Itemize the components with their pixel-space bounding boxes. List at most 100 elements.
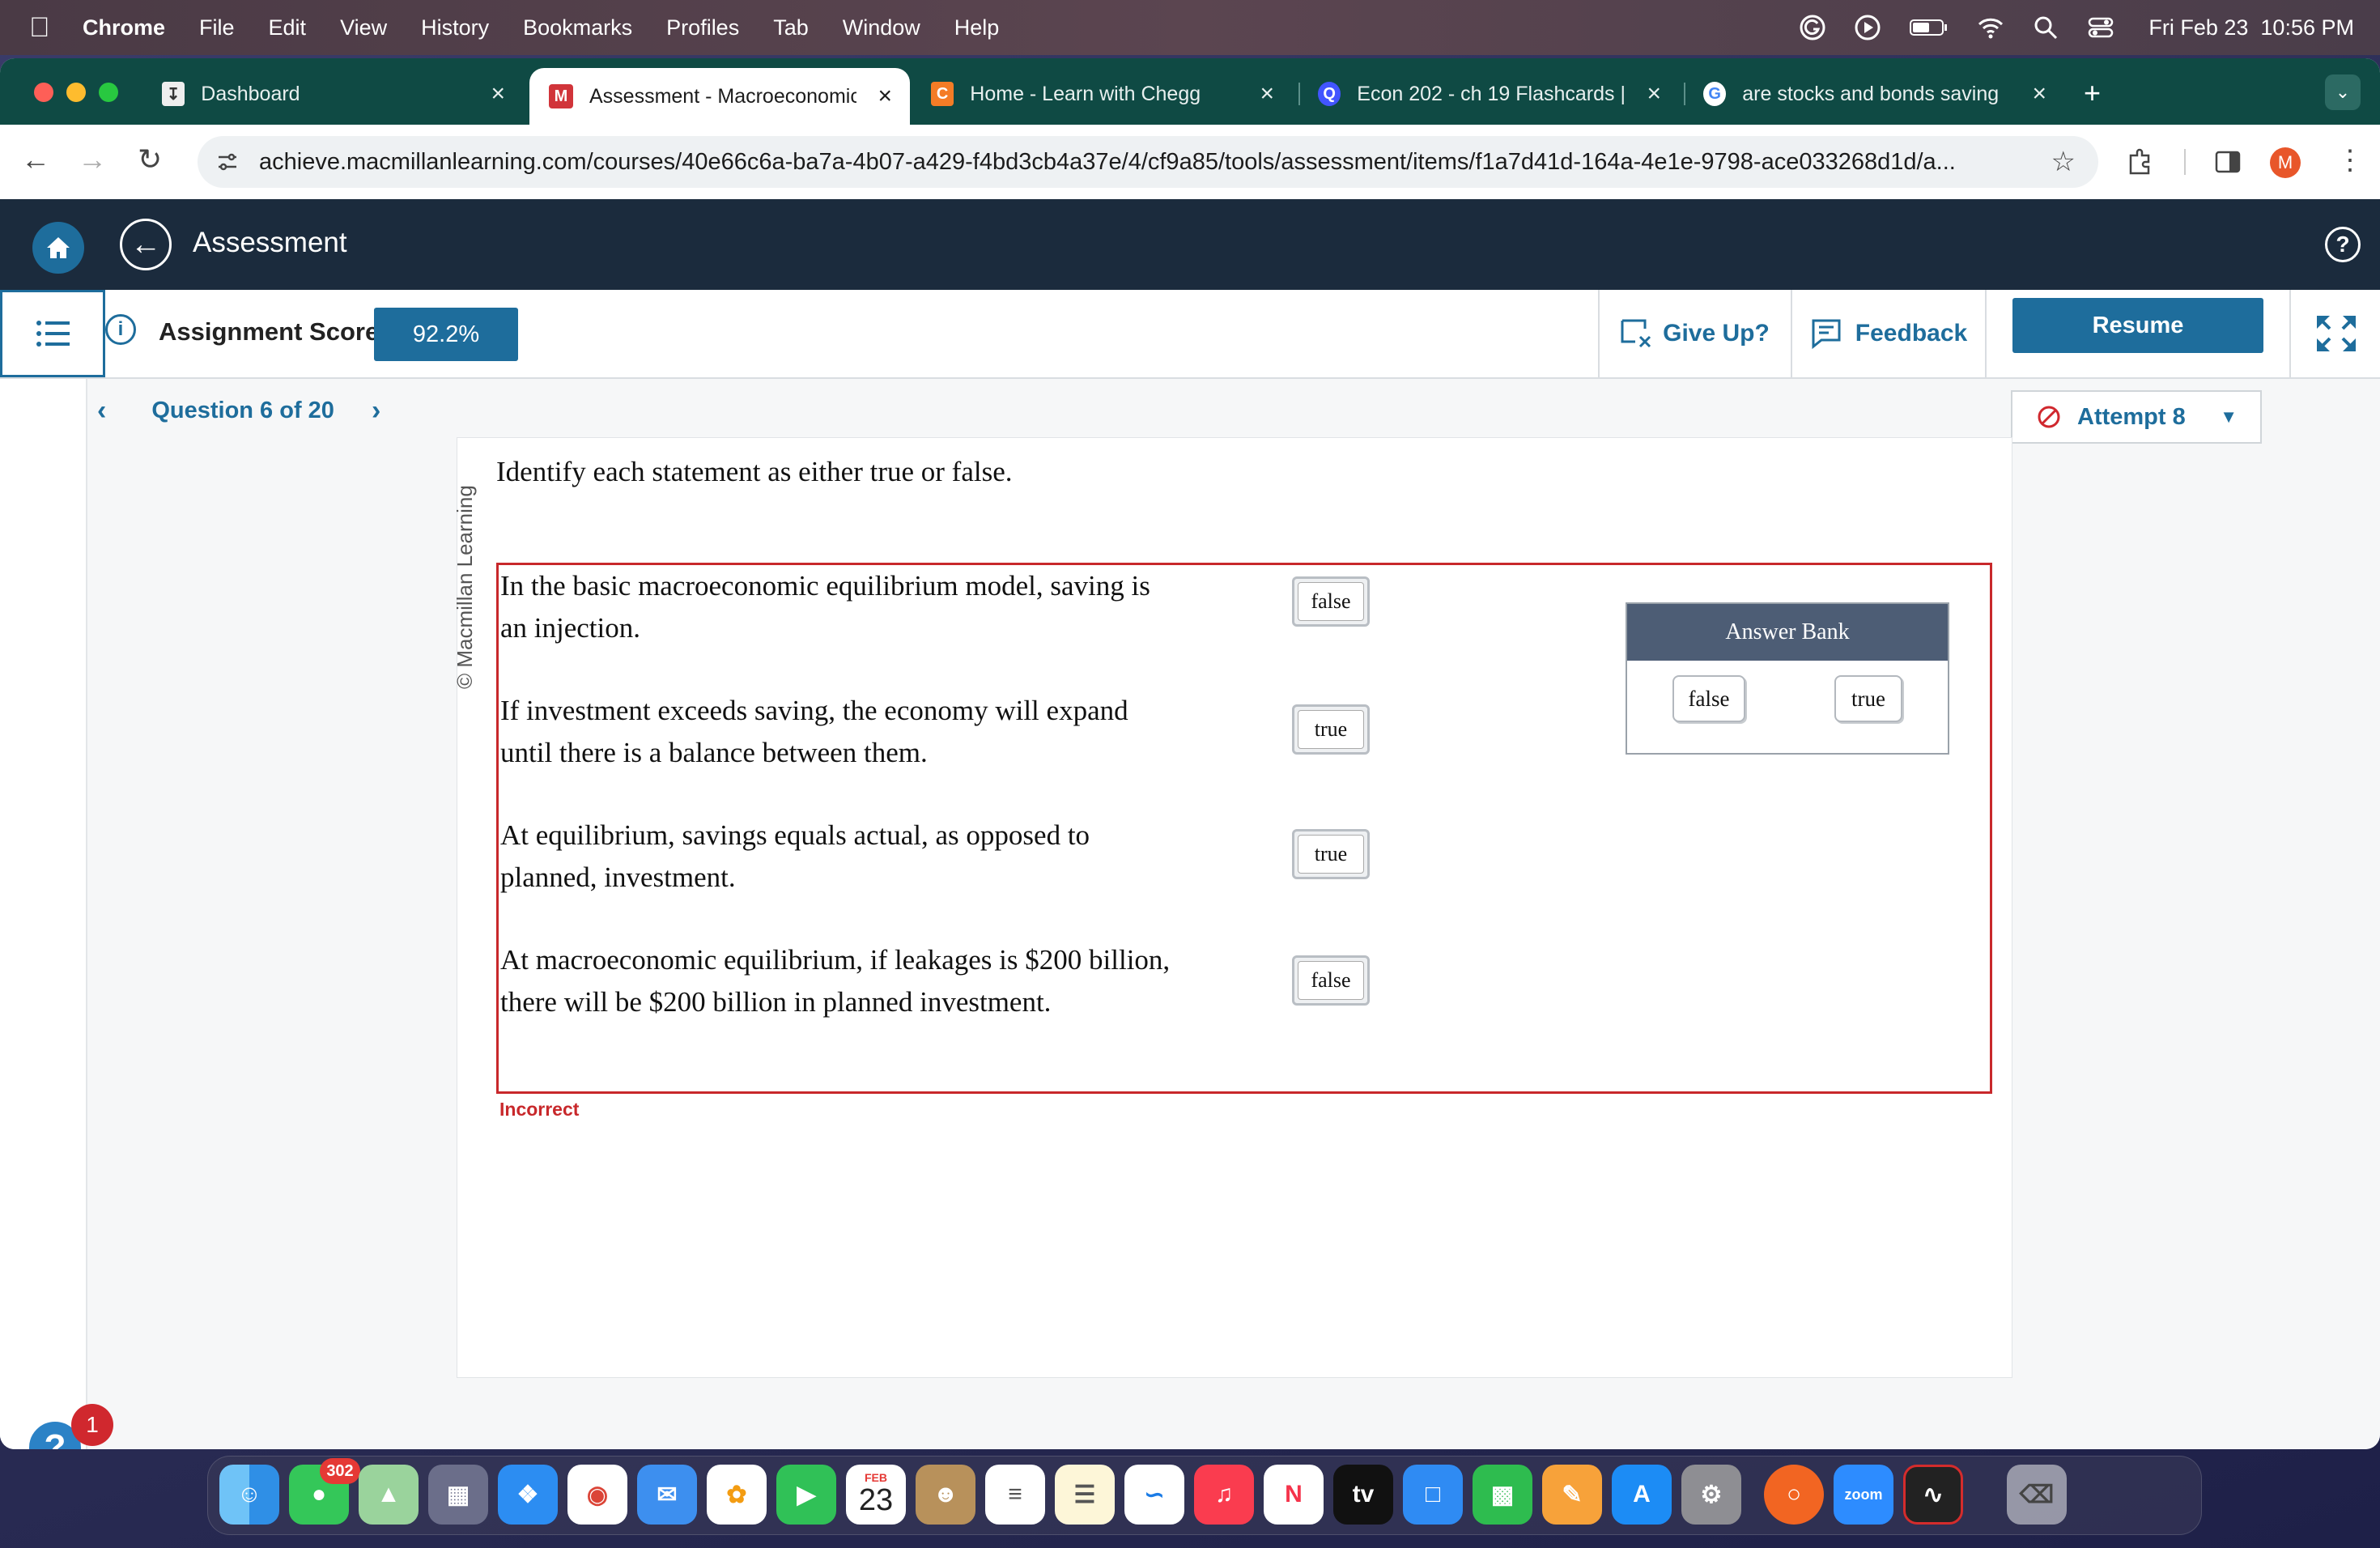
mail-icon[interactable]: ✉ xyxy=(637,1465,697,1525)
tab-close-icon[interactable]: × xyxy=(878,83,892,110)
assessment-header: ← Assessment ? xyxy=(0,199,2380,290)
placed-answer-chip[interactable]: true xyxy=(1298,835,1364,874)
site-settings-icon[interactable] xyxy=(215,150,240,174)
apple-tv-icon[interactable]: tv xyxy=(1333,1465,1393,1525)
placed-answer-chip[interactable]: false xyxy=(1298,961,1364,1000)
spotlight-search-icon[interactable] xyxy=(2032,14,2059,41)
launchpad-icon[interactable]: ▦ xyxy=(428,1465,488,1525)
drop-target-2[interactable]: true xyxy=(1292,704,1370,755)
placed-answer-chip[interactable]: false xyxy=(1298,582,1364,621)
menu-history[interactable]: History xyxy=(421,15,489,40)
menu-window[interactable]: Window xyxy=(843,15,920,40)
battery-icon[interactable] xyxy=(1909,14,1949,41)
forward-arrow-icon[interactable]: → xyxy=(78,142,107,176)
browser-toolbar: ← → ↻ achieve.macmillanlearning.com/cour… xyxy=(0,125,2380,199)
grammarly-icon[interactable] xyxy=(1799,14,1826,41)
answer-bank-false-chip[interactable]: false xyxy=(1672,675,1745,722)
resume-button[interactable]: Resume xyxy=(2012,298,2263,353)
chegg-favicon-icon: C xyxy=(931,82,954,106)
info-icon[interactable]: i xyxy=(105,314,136,345)
facetime-icon[interactable]: ▶ xyxy=(776,1465,836,1525)
tab-close-icon[interactable]: × xyxy=(1647,80,1661,108)
zoom-window-button[interactable] xyxy=(99,83,118,102)
activity-monitor-icon[interactable]: ∿ xyxy=(1903,1465,1963,1525)
tab-google-search[interactable]: G are stocks and bonds saving × xyxy=(1684,68,2064,120)
notes-icon[interactable]: ☰ xyxy=(1055,1465,1115,1525)
help-button[interactable]: ? xyxy=(2325,227,2361,262)
music-icon[interactable]: ♫ xyxy=(1194,1465,1254,1525)
pages-icon[interactable]: ✎ xyxy=(1542,1465,1602,1525)
statement-text: there will be $200 billion in planned in… xyxy=(500,986,1052,1018)
tab-quizlet[interactable]: Q Econ 202 - ch 19 Flashcards | × xyxy=(1298,68,1679,120)
extensions-icon[interactable] xyxy=(2126,147,2155,176)
back-button[interactable]: ← xyxy=(120,219,172,270)
tab-close-icon[interactable]: × xyxy=(1260,80,1274,108)
calendar-icon[interactable]: FEB 23 xyxy=(846,1465,906,1525)
home-button[interactable] xyxy=(32,222,84,274)
keynote-icon[interactable]: □ xyxy=(1403,1465,1463,1525)
tab-label: Dashboard xyxy=(201,82,300,105)
wifi-icon[interactable] xyxy=(1977,14,2004,41)
fullscreen-button[interactable] xyxy=(2289,290,2380,377)
close-window-button[interactable] xyxy=(34,83,53,102)
trash-icon[interactable]: ⌫ xyxy=(2007,1465,2067,1525)
reminders-icon[interactable]: ≡ xyxy=(985,1465,1045,1525)
address-bar[interactable]: achieve.macmillanlearning.com/courses/40… xyxy=(198,136,2098,188)
safari-icon[interactable]: ❖ xyxy=(498,1465,558,1525)
menu-view[interactable]: View xyxy=(340,15,387,40)
freeform-icon[interactable]: ∽ xyxy=(1124,1465,1184,1525)
attempt-dropdown[interactable]: Attempt 8 ▼ xyxy=(2011,390,2262,444)
tab-dashboard[interactable]: ↧ Dashboard × xyxy=(142,68,523,120)
menu-tab[interactable]: Tab xyxy=(773,15,809,40)
drop-target-1[interactable]: false xyxy=(1292,576,1370,627)
browser-menu-icon[interactable]: ⋮ xyxy=(2336,144,2364,176)
chrome-icon[interactable]: ◉ xyxy=(567,1465,627,1525)
zoom-icon[interactable]: zoom xyxy=(1834,1465,1893,1525)
question-list-button[interactable] xyxy=(0,290,105,377)
system-settings-icon[interactable]: ⚙ xyxy=(1681,1465,1741,1525)
reload-icon[interactable]: ↻ xyxy=(138,142,162,176)
next-question-chevron-icon[interactable]: › xyxy=(372,395,380,427)
messages-icon[interactable]: ● 302 xyxy=(289,1458,360,1525)
bookmark-star-icon[interactable]: ☆ xyxy=(2051,146,2076,178)
tab-assessment[interactable]: M Assessment - Macroeconomic × xyxy=(529,68,910,125)
drop-target-4[interactable]: false xyxy=(1292,955,1370,1006)
minimize-window-button[interactable] xyxy=(66,83,86,102)
app-store-icon[interactable]: A xyxy=(1612,1465,1672,1525)
tab-search-dropdown-icon[interactable]: ⌄ xyxy=(2325,74,2361,110)
finder-icon[interactable]: ☺ xyxy=(219,1465,279,1525)
feedback-button[interactable]: Feedback xyxy=(1791,290,1985,377)
tab-close-icon[interactable]: × xyxy=(491,80,505,108)
numbers-icon[interactable]: ▩ xyxy=(1473,1465,1532,1525)
question-counter[interactable]: Question 6 of 20 xyxy=(151,398,334,424)
news-icon[interactable]: N xyxy=(1264,1465,1324,1525)
control-center-icon[interactable] xyxy=(2087,14,2114,41)
answer-bank-true-chip[interactable]: true xyxy=(1834,675,1902,722)
back-arrow-icon[interactable]: ← xyxy=(21,142,50,176)
home-icon xyxy=(47,237,70,258)
give-up-button[interactable]: Give Up? xyxy=(1598,290,1789,377)
menu-profiles[interactable]: Profiles xyxy=(666,15,739,40)
tab-close-icon[interactable]: × xyxy=(2032,80,2046,108)
contacts-icon[interactable]: ☻ xyxy=(916,1465,975,1525)
menu-bookmarks[interactable]: Bookmarks xyxy=(523,15,632,40)
menu-app-name[interactable]: Chrome xyxy=(83,15,165,40)
new-tab-button[interactable]: + xyxy=(2084,76,2101,110)
drop-target-3[interactable]: true xyxy=(1292,829,1370,879)
photos-icon[interactable]: ✿ xyxy=(707,1465,767,1525)
menu-help[interactable]: Help xyxy=(954,15,1000,40)
menu-clock[interactable]: Fri Feb 23 10:56 PM xyxy=(2148,15,2354,40)
content-area: ‹ Question 6 of 20 › Attempt 8 ▼ © Macmi… xyxy=(0,379,2380,1449)
menu-edit[interactable]: Edit xyxy=(269,15,307,40)
messages-badge: 302 xyxy=(320,1458,360,1484)
prev-question-chevron-icon[interactable]: ‹ xyxy=(97,395,106,427)
tab-chegg[interactable]: C Home - Learn with Chegg × xyxy=(912,68,1292,120)
side-panel-icon[interactable] xyxy=(2213,147,2242,176)
play-icon[interactable] xyxy=(1854,14,1881,41)
maps-icon[interactable]: ▲ xyxy=(359,1465,419,1525)
apple-menu-icon[interactable]:  xyxy=(29,12,65,44)
placed-answer-chip[interactable]: true xyxy=(1298,710,1364,749)
profile-avatar[interactable]: M xyxy=(2270,147,2301,178)
orange-app-icon[interactable]: ○ xyxy=(1764,1465,1824,1525)
menu-file[interactable]: File xyxy=(199,15,235,40)
